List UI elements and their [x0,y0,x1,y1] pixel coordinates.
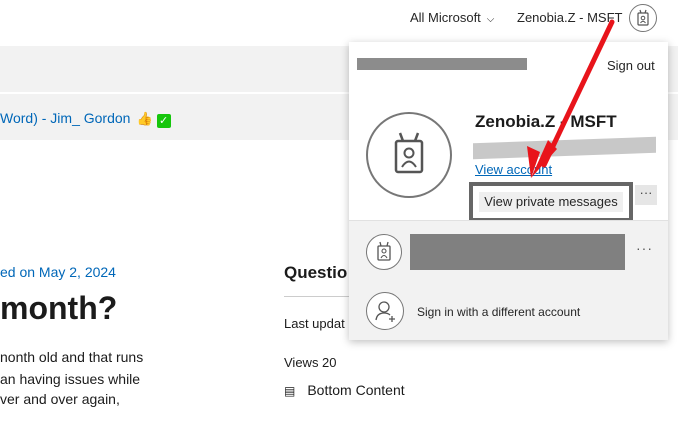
view-account-link[interactable]: View account [475,162,552,177]
highlight-box: View private messages [469,182,633,222]
badge-icon [377,241,391,261]
body-text-line: nonth old and that runs [0,349,144,365]
signed-in-user-name[interactable]: Zenobia.Z - MSFT [517,10,622,25]
all-microsoft-label: All Microsoft [410,10,481,25]
account-avatar-button[interactable] [629,4,657,32]
badge-icon [394,132,424,174]
view-private-messages-button[interactable]: View private messages [479,192,623,212]
more-options-button[interactable]: ··· [636,240,653,256]
document-icon: ▤ [284,384,296,398]
bottom-content-label: Bottom Content [307,382,405,398]
badge-icon [637,9,649,26]
checkmark-icon: ✓ [156,114,171,128]
breadcrumb[interactable]: Word) - Jim_ Gordon 👍 ✓ [0,110,171,128]
bottom-content-link[interactable]: ▤ Bottom Content [284,382,405,398]
divider [284,296,354,297]
posted-date: ed on May 2, 2024 [0,264,116,280]
person-add-icon [375,301,395,322]
add-account-icon[interactable] [366,292,404,330]
sign-out-button[interactable]: Sign out [607,58,655,73]
more-options-button[interactable]: ··· [635,185,657,205]
chevron-down-icon: ⌵ [486,14,495,25]
account-name: Zenobia.Z - MSFT [475,112,617,131]
redacted-org-name [357,58,527,70]
breadcrumb-text[interactable]: Word) - Jim_ Gordon [0,110,130,126]
all-microsoft-menu[interactable]: All Microsoft ⌵ [410,10,494,25]
account-avatar-small[interactable] [366,234,402,270]
redacted-email [473,136,656,160]
views-count: Views 20 [284,355,337,370]
thumbs-up-icon: 👍 [136,111,153,126]
top-bar: All Microsoft ⌵ Zenobia.Z - MSFT [0,0,678,38]
last-updated: Last updat [284,316,345,331]
body-text-line: ver and over again, [0,391,120,407]
body-text-line: an having issues while [0,371,141,387]
account-avatar-large [366,112,452,198]
redacted-account[interactable] [410,234,625,270]
sign-in-different-account[interactable]: Sign in with a different account [417,305,580,319]
question-info-title: Questio [284,263,348,282]
page-title: month? [0,290,118,326]
account-manager-panel: Sign out Zenobia.Z - MSFT View account V… [349,42,668,340]
